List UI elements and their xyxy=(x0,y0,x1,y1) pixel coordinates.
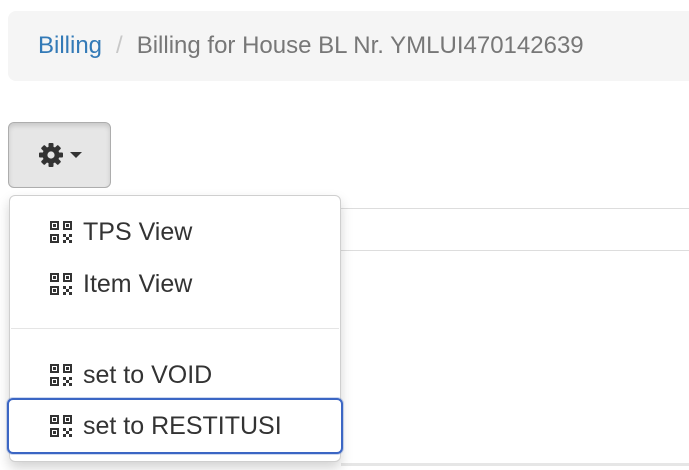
breadcrumb-current-page: Billing for House BL Nr. YMLUI470142639 xyxy=(136,32,584,59)
settings-dropdown-menu: TPS View Item View set to VOID set to RE… xyxy=(7,195,343,462)
menu-item-label: TPS View xyxy=(83,217,193,246)
table-divider-middle xyxy=(341,250,689,251)
settings-dropdown-button[interactable] xyxy=(8,122,111,188)
gear-icon xyxy=(38,143,63,167)
menu-divider xyxy=(11,328,339,329)
menu-item-label: set to RESTITUSI xyxy=(83,411,282,440)
menu-item-item-view[interactable]: Item View xyxy=(11,261,339,307)
menu-item-set-to-restitusi[interactable]: set to RESTITUSI xyxy=(7,398,343,454)
menu-item-tps-view[interactable]: TPS View xyxy=(11,209,339,255)
table-divider-bottom xyxy=(341,463,689,466)
menu-item-set-to-void[interactable]: set to VOID xyxy=(11,352,339,398)
breadcrumb-separator: / xyxy=(116,32,123,59)
breadcrumb: Billing / Billing for House BL Nr. YMLUI… xyxy=(8,11,689,81)
menu-item-label: Item View xyxy=(83,269,193,298)
caret-down-icon xyxy=(69,152,82,158)
qrcode-icon xyxy=(50,273,72,295)
qrcode-icon xyxy=(50,221,72,243)
qrcode-icon xyxy=(50,364,72,386)
breadcrumb-link-billing[interactable]: Billing xyxy=(38,32,102,60)
qrcode-icon xyxy=(50,415,72,437)
menu-item-label: set to VOID xyxy=(83,360,213,389)
table-divider-top xyxy=(341,208,689,209)
